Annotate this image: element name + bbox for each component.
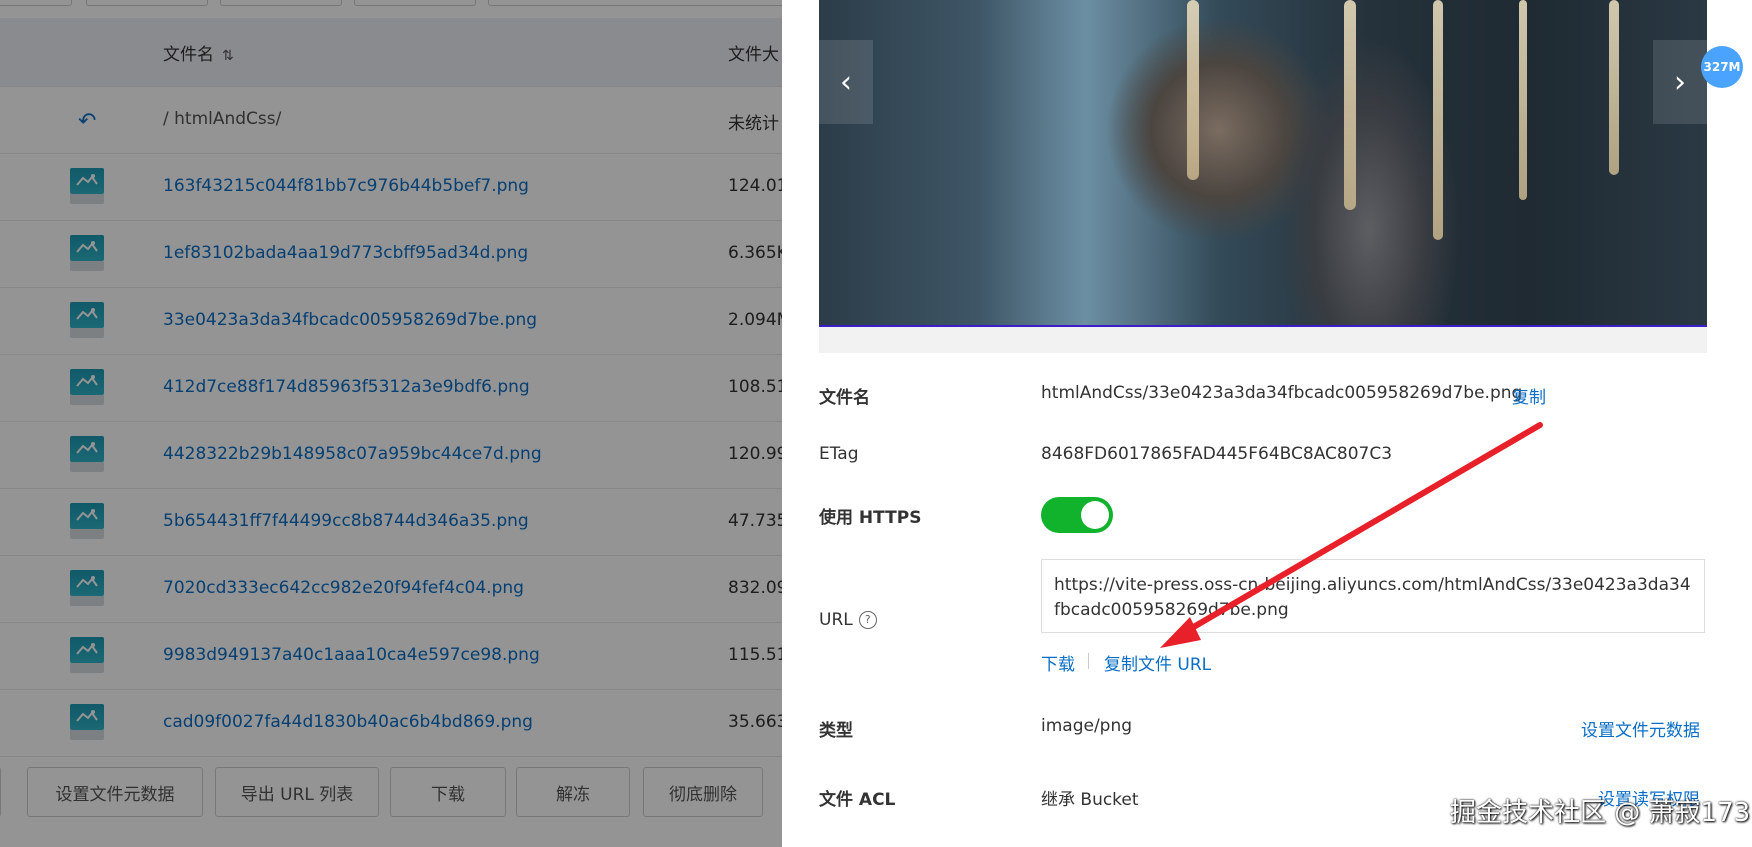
- etag-value: 8468FD6017865FAD445F64BC8AC807C3: [1041, 444, 1393, 464]
- type-label: 类型: [819, 721, 853, 741]
- watermark: 掘金技术社区 @ 萧寂173: [1450, 798, 1751, 828]
- chevron-left-icon: ‹: [840, 64, 852, 100]
- filename-label: 文件名: [819, 388, 870, 408]
- type-value: image/png: [1041, 716, 1133, 736]
- download-link[interactable]: 下载: [1041, 650, 1075, 675]
- toggle-knob: [1081, 501, 1109, 529]
- prev-image-button[interactable]: ‹: [819, 40, 873, 124]
- set-metadata-link[interactable]: 设置文件元数据: [1581, 716, 1700, 741]
- chevron-right-icon: ›: [1674, 64, 1686, 100]
- acl-value: 继承 Bucket: [1041, 790, 1139, 810]
- https-toggle[interactable]: [1041, 497, 1113, 533]
- filename-value: htmlAndCss/33e0423a3da34fbcadc005958269d…: [1041, 383, 1523, 403]
- copy-url-link[interactable]: 复制文件 URL: [1104, 650, 1211, 675]
- next-image-button[interactable]: ›: [1653, 40, 1707, 124]
- modal-overlay[interactable]: [0, 0, 782, 847]
- link-separator: [1088, 653, 1089, 669]
- preview-light-stripe: [1187, 0, 1199, 180]
- preview-light-stripe: [1609, 0, 1619, 175]
- image-preview: ‹ ›: [819, 0, 1707, 327]
- preview-light-stripe: [1433, 0, 1443, 240]
- copy-filename-link[interactable]: 复制: [1512, 383, 1546, 408]
- preview-light-stripe: [1519, 0, 1527, 200]
- url-label: URL?: [819, 610, 877, 630]
- preview-footer: [819, 327, 1707, 353]
- etag-label: ETag: [819, 444, 859, 464]
- https-label: 使用 HTTPS: [819, 508, 922, 528]
- file-detail-drawer: ‹ › 327M 文件名 htmlAndCss/33e0423a3da34fbc…: [782, 0, 1752, 847]
- url-textbox[interactable]: https://vite-press.oss-cn-beijing.aliyun…: [1041, 559, 1705, 633]
- size-badge: 327M: [1701, 46, 1743, 88]
- acl-label: 文件 ACL: [819, 790, 896, 810]
- help-icon[interactable]: ?: [858, 611, 877, 629]
- preview-light-stripe: [1344, 0, 1356, 210]
- file-list-panel: 文件名 ⇅ 文件大 ↶ / htmlAndCss/ 未统计 163f43215c0…: [0, 0, 782, 847]
